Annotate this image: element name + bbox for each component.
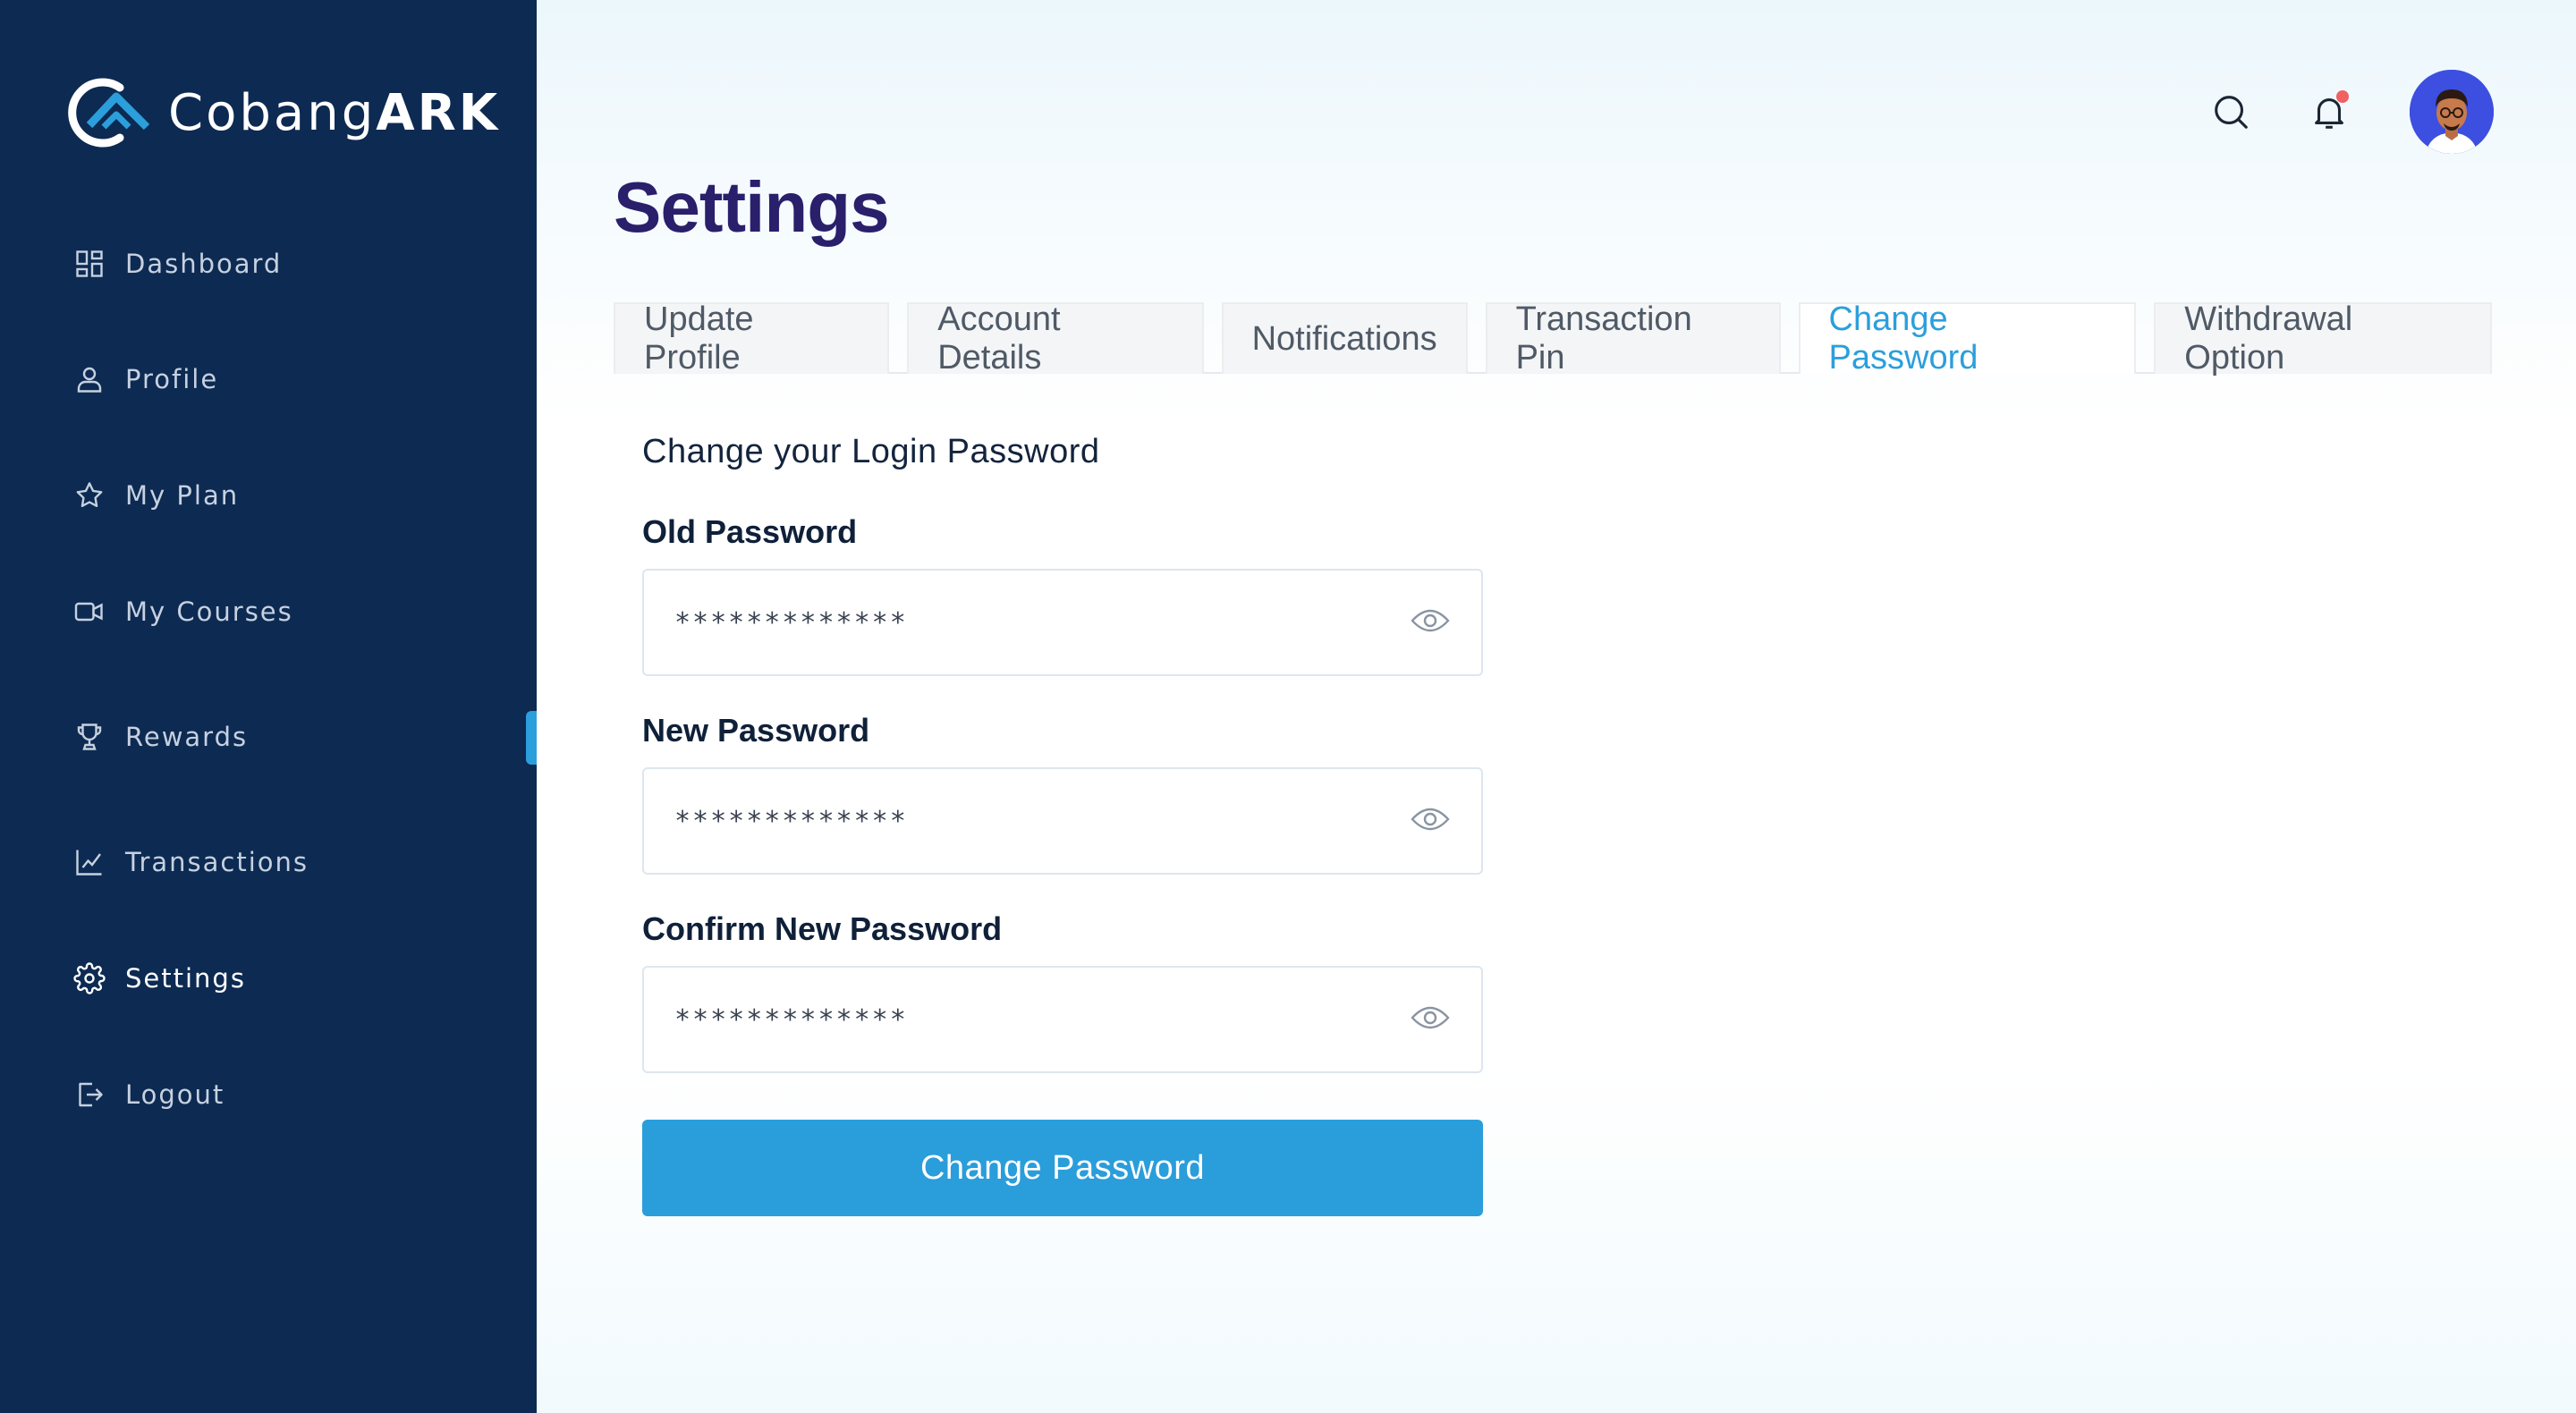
sidebar-item-rewards[interactable]: Rewards [72,710,248,764]
sidebar-item-logout[interactable]: Logout [72,1068,225,1121]
new-password-field[interactable]: ************* [642,767,1483,875]
logo-icon [68,78,150,148]
eye-icon[interactable] [1410,806,1451,837]
sidebar-item-label: Rewards [125,722,249,752]
video-icon [72,594,107,630]
sidebar-item-label: Logout [125,1079,225,1110]
confirm-password-label: Confirm New Password [642,910,1003,947]
sidebar-item-dashboard[interactable]: Dashboard [72,237,282,291]
settings-tabs: Update Profile Account Details Notificat… [614,300,2492,377]
trophy-icon [72,719,107,755]
change-password-button[interactable]: Change Password [642,1120,1483,1216]
search-icon[interactable] [2204,85,2258,139]
page-title: Settings [614,167,890,247]
confirm-password-value: ************* [674,1003,908,1036]
eye-icon[interactable] [1410,607,1451,639]
brand-logo[interactable]: CobangARK [57,70,500,156]
sidebar-item-settings[interactable]: Settings [72,952,246,1005]
sidebar-item-my-courses[interactable]: My Courses [72,585,293,639]
logout-icon [72,1077,107,1113]
header-actions [2204,70,2494,154]
new-password-value: ************* [674,805,908,837]
confirm-password-field[interactable]: ************* [642,966,1483,1073]
user-icon [72,361,107,397]
tab-change-password[interactable]: Change Password [1798,300,2137,377]
star-icon [72,478,107,513]
sidebar-item-profile[interactable]: Profile [72,352,218,406]
sidebar-item-my-plan[interactable]: My Plan [72,469,239,522]
sidebar-item-label: My Plan [125,480,240,511]
sidebar-item-label: Settings [125,963,246,994]
bell-icon[interactable] [2302,85,2356,139]
active-nav-indicator [526,711,537,765]
main-content: Settings Update Profile Account Details … [537,0,2576,1413]
tab-notifications[interactable]: Notifications [1221,302,1468,374]
new-password-label: New Password [642,712,870,749]
old-password-label: Old Password [642,513,858,550]
sidebar: CobangARK Dashboard Profile My Plan My C… [0,0,537,1413]
sidebar-item-label: Dashboard [125,249,283,279]
user-avatar-icon [2410,70,2494,154]
avatar[interactable] [2410,70,2494,154]
tab-withdrawal-option[interactable]: Withdrawal Option [2154,300,2492,377]
chart-icon [72,844,107,880]
brand-name: CobangARK [168,83,501,142]
notification-dot [2336,90,2349,103]
tab-update-profile[interactable]: Update Profile [614,300,890,377]
tab-transaction-pin[interactable]: Transaction Pin [1485,300,1781,377]
sidebar-item-label: My Courses [125,597,293,627]
sidebar-item-transactions[interactable]: Transactions [72,835,309,889]
dashboard-icon [72,246,107,282]
sidebar-item-label: Profile [125,364,219,394]
change-password-form: Change your Login Password Old Password … [642,433,1483,1216]
eye-icon[interactable] [1410,1004,1451,1036]
sidebar-item-label: Transactions [125,847,309,877]
old-password-field[interactable]: ************* [642,569,1483,676]
form-heading: Change your Login Password [642,433,1100,470]
tab-account-details[interactable]: Account Details [907,300,1204,377]
gear-icon [72,960,107,996]
old-password-value: ************* [674,606,908,639]
